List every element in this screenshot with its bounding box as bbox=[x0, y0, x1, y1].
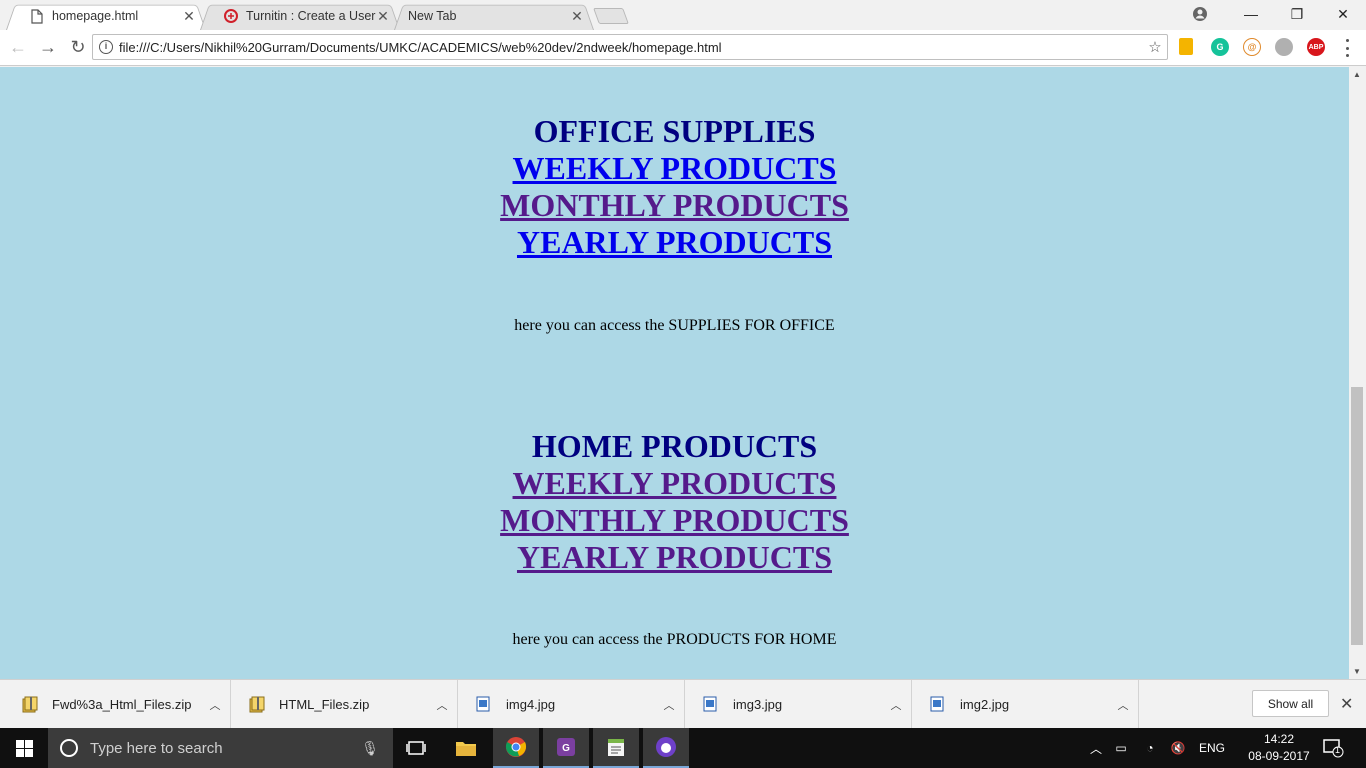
chevron-up-icon[interactable]: ︿ bbox=[881, 697, 911, 713]
page-viewport: OFFICE SUPPLIES WEEKLY PRODUCTS MONTHLY … bbox=[0, 67, 1349, 679]
windows-taskbar: Type here to search 🎙 G ︿ ▭ ◔ 🔇 ENG 14:2… bbox=[0, 728, 1366, 768]
show-all-downloads-button[interactable]: Show all bbox=[1252, 690, 1329, 717]
wifi-icon[interactable]: ◔ bbox=[1136, 741, 1164, 755]
forward-icon[interactable]: → bbox=[34, 34, 62, 62]
tab-title: New Tab bbox=[408, 9, 457, 23]
office-supplies-section: OFFICE SUPPLIES WEEKLY PRODUCTS MONTHLY … bbox=[0, 113, 1349, 261]
ext-cloud-icon[interactable] bbox=[1275, 38, 1293, 56]
section-heading: OFFICE SUPPLIES bbox=[533, 113, 816, 149]
tab-strip: homepage.html ✕ Turnitin : Create a User… bbox=[0, 0, 1366, 30]
tab-turnitin[interactable]: Turnitin : Create a User P ✕ bbox=[200, 2, 400, 30]
ext-orange-icon[interactable]: @ bbox=[1243, 38, 1261, 56]
cortana-icon bbox=[60, 739, 78, 757]
bookmark-ext-icon[interactable] bbox=[1179, 38, 1193, 55]
chrome-menu-icon[interactable] bbox=[1344, 39, 1350, 57]
bookmark-star-icon[interactable]: ☆ bbox=[1145, 38, 1165, 56]
battery-icon[interactable]: ▭ bbox=[1106, 741, 1136, 755]
turnitin-icon bbox=[224, 8, 238, 24]
download-item[interactable]: img2.jpg ︿ bbox=[912, 680, 1139, 729]
scrollbar-thumb[interactable] bbox=[1351, 387, 1363, 645]
monthly-products-link[interactable]: MONTHLY PRODUCTS bbox=[500, 502, 849, 539]
download-item[interactable]: img3.jpg ︿ bbox=[685, 680, 912, 729]
image-file-icon bbox=[476, 696, 492, 714]
download-filename: img4.jpg bbox=[506, 697, 556, 712]
adblock-plus-icon[interactable]: ABP bbox=[1307, 38, 1325, 56]
search-placeholder: Type here to search bbox=[90, 739, 223, 757]
minimize-icon[interactable]: — bbox=[1228, 6, 1274, 22]
tab-homepage[interactable]: homepage.html ✕ bbox=[6, 2, 206, 30]
weekly-products-link[interactable]: WEEKLY PRODUCTS bbox=[513, 150, 837, 187]
github-desktop-icon[interactable] bbox=[643, 728, 689, 768]
image-file-icon bbox=[930, 696, 946, 714]
download-item[interactable]: img4.jpg ︿ bbox=[458, 680, 685, 729]
close-tab-icon[interactable]: ✕ bbox=[376, 8, 390, 25]
scroll-down-icon[interactable]: ▼ bbox=[1353, 667, 1361, 676]
monthly-products-link[interactable]: MONTHLY PRODUCTS bbox=[500, 187, 849, 224]
close-window-icon[interactable]: ✕ bbox=[1320, 6, 1366, 23]
weekly-products-link[interactable]: WEEKLY PRODUCTS bbox=[513, 465, 837, 502]
zip-file-icon bbox=[249, 696, 265, 714]
download-filename: img2.jpg bbox=[960, 697, 1010, 712]
close-shelf-icon[interactable]: ✕ bbox=[1340, 694, 1353, 714]
clock-time: 14:22 bbox=[1263, 732, 1295, 746]
grammarly-icon[interactable]: G bbox=[1211, 38, 1229, 56]
yearly-products-link[interactable]: YEARLY PRODUCTS bbox=[517, 224, 832, 261]
profile-icon[interactable] bbox=[1192, 6, 1208, 22]
notepad-app-icon[interactable] bbox=[593, 728, 639, 768]
language-indicator[interactable]: ENG bbox=[1192, 741, 1232, 755]
chevron-up-icon[interactable]: ︿ bbox=[1108, 697, 1138, 713]
tab-title: homepage.html bbox=[52, 9, 139, 23]
chevron-up-icon[interactable]: ︿ bbox=[200, 697, 230, 713]
chevron-up-icon[interactable]: ︿ bbox=[1086, 740, 1106, 757]
clock-date: 08-09-2017 bbox=[1248, 749, 1310, 763]
chevron-up-icon[interactable]: ︿ bbox=[427, 697, 457, 713]
new-tab-button[interactable] bbox=[593, 8, 629, 24]
back-icon[interactable]: ← bbox=[4, 34, 32, 62]
yearly-products-link[interactable]: YEARLY PRODUCTS bbox=[517, 539, 832, 576]
svg-text:G: G bbox=[562, 743, 570, 754]
browser-toolbar: ← → ↻ i file:///C:/Users/Nikhil%20Gurram… bbox=[0, 30, 1366, 66]
pdf-app-icon[interactable]: G bbox=[543, 728, 589, 768]
vertical-scrollbar[interactable]: ▲ ▼ bbox=[1349, 67, 1366, 679]
download-item[interactable]: HTML_Files.zip ︿ bbox=[231, 680, 458, 729]
image-file-icon bbox=[703, 696, 719, 714]
download-filename: img3.jpg bbox=[733, 697, 783, 712]
chevron-up-icon[interactable]: ︿ bbox=[654, 697, 684, 713]
section-heading: HOME PRODUCTS bbox=[531, 428, 818, 464]
chrome-icon[interactable] bbox=[493, 728, 539, 768]
restore-icon[interactable]: ❐ bbox=[1274, 6, 1320, 23]
zip-file-icon bbox=[22, 696, 38, 714]
home-description: here you can access the PRODUCTS FOR HOM… bbox=[512, 631, 837, 648]
notification-count: 1 bbox=[1335, 745, 1341, 755]
scroll-up-icon[interactable]: ▲ bbox=[1353, 70, 1361, 79]
download-filename: HTML_Files.zip bbox=[279, 697, 370, 712]
download-filename: Fwd%3a_Html_Files.zip bbox=[52, 697, 192, 712]
file-explorer-icon[interactable] bbox=[443, 728, 489, 768]
window-controls: — ❐ ✕ bbox=[1228, 0, 1366, 28]
download-item[interactable]: Fwd%3a_Html_Files.zip ︿ bbox=[4, 680, 231, 729]
info-icon[interactable]: i bbox=[99, 40, 113, 54]
address-bar[interactable]: i file:///C:/Users/Nikhil%20Gurram/Docum… bbox=[92, 34, 1168, 60]
downloads-shelf: Fwd%3a_Html_Files.zip ︿ HTML_Files.zip ︿… bbox=[0, 679, 1366, 729]
tab-new-tab[interactable]: New Tab ✕ bbox=[394, 2, 594, 30]
task-view-icon[interactable] bbox=[393, 728, 439, 768]
tab-title: Turnitin : Create a User P bbox=[246, 9, 376, 23]
document-icon bbox=[30, 8, 44, 24]
windows-start-icon[interactable] bbox=[0, 728, 48, 768]
clock[interactable]: 14:22 08-09-2017 bbox=[1247, 731, 1311, 765]
close-tab-icon[interactable]: ✕ bbox=[182, 8, 196, 25]
url-text[interactable]: file:///C:/Users/Nikhil%20Gurram/Documen… bbox=[119, 40, 1145, 55]
reload-icon[interactable]: ↻ bbox=[64, 34, 92, 62]
office-description: here you can access the SUPPLIES FOR OFF… bbox=[514, 317, 835, 334]
volume-muted-icon[interactable]: 🔇 bbox=[1164, 741, 1192, 755]
home-products-section: HOME PRODUCTS WEEKLY PRODUCTS MONTHLY PR… bbox=[0, 428, 1349, 576]
system-tray: ︿ ▭ ◔ 🔇 ENG bbox=[1086, 728, 1232, 768]
close-tab-icon[interactable]: ✕ bbox=[570, 8, 584, 25]
taskbar-search[interactable]: Type here to search 🎙 bbox=[48, 728, 393, 768]
action-center-icon[interactable]: 1 bbox=[1322, 738, 1344, 758]
microphone-icon[interactable]: 🎙 bbox=[361, 740, 379, 757]
